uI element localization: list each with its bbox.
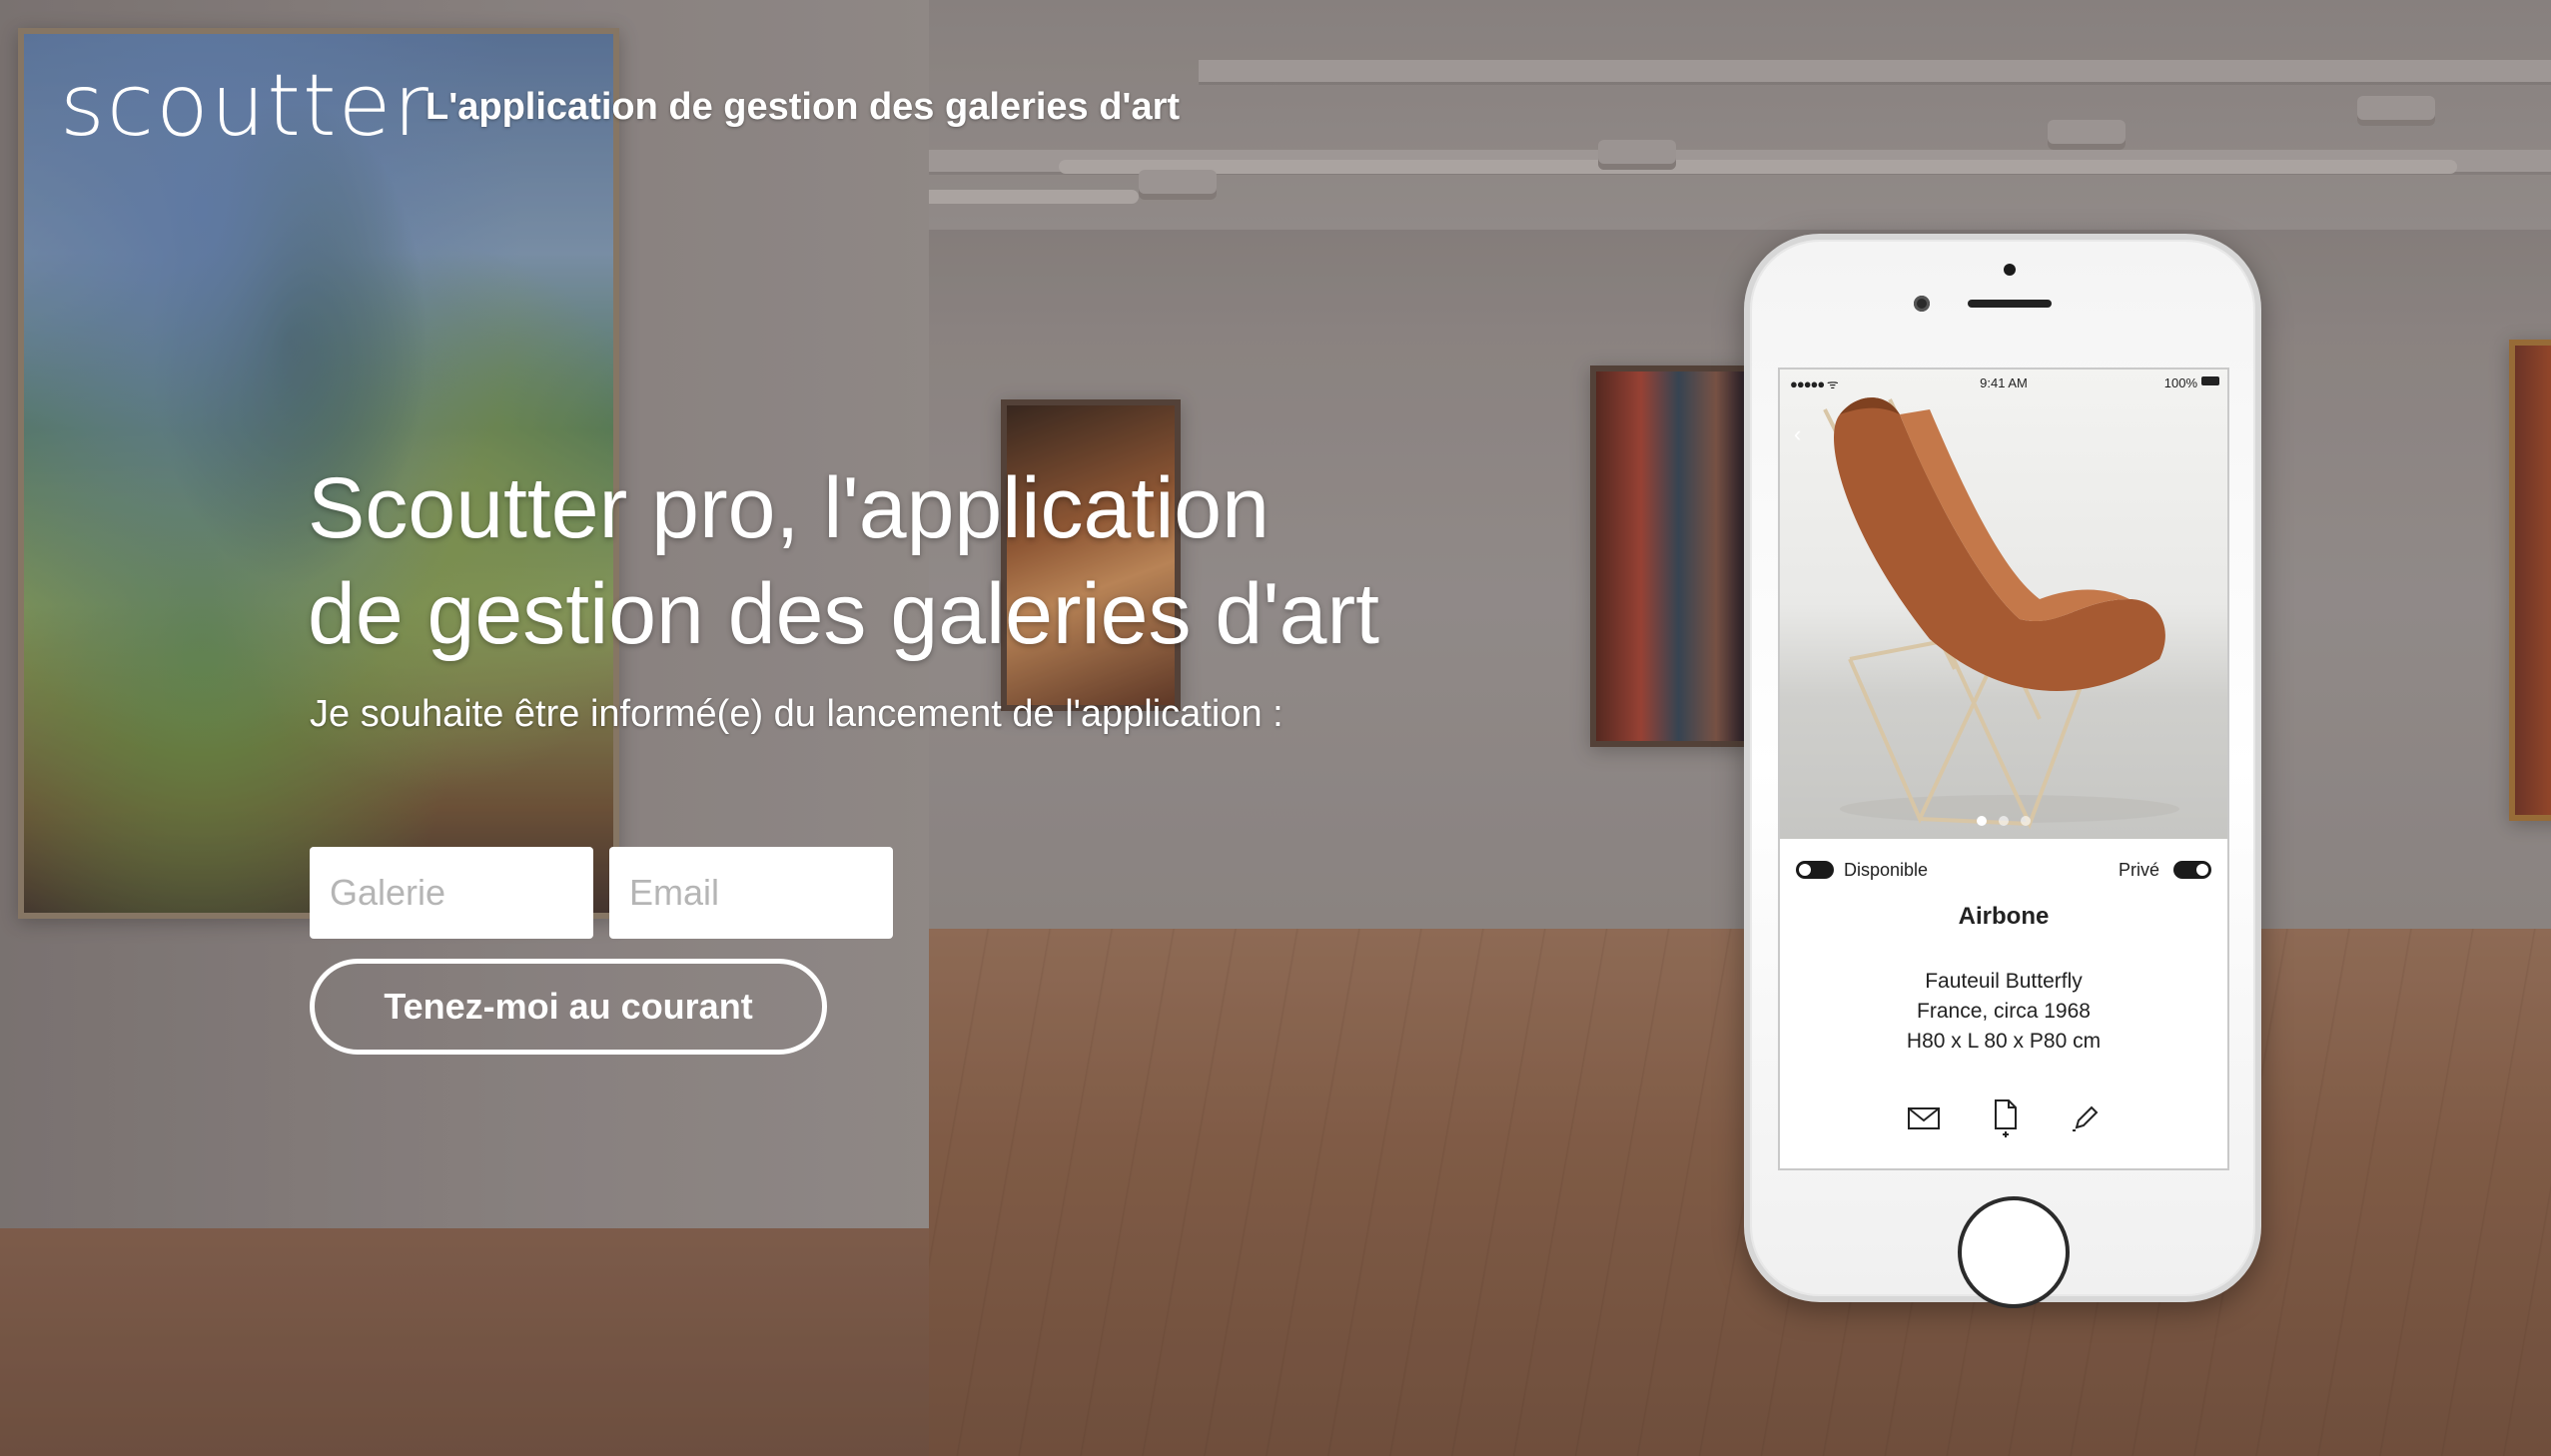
disponible-toggle-group: Disponible <box>1796 859 1928 881</box>
hero-title-line-1: Scoutter pro, l'application <box>308 460 1270 556</box>
butterfly-chair-image <box>1823 397 2179 830</box>
phone-home-button <box>1958 1196 2070 1308</box>
phone-mockup: ●●●●● ᯤ 9:41 AM 100% ‹ Disponible Privé … <box>1744 234 2261 1308</box>
carousel-dot[interactable] <box>2021 816 2031 826</box>
email-input[interactable] <box>609 847 893 939</box>
chevron-left-icon[interactable]: ‹ <box>1794 421 1801 447</box>
carousel-dot[interactable] <box>1999 816 2009 826</box>
document-add-icon[interactable] <box>1993 1098 2019 1143</box>
item-actions <box>1780 1098 2227 1143</box>
prive-toggle[interactable] <box>2173 861 2211 880</box>
carousel-dot[interactable] <box>1977 816 1987 826</box>
pencil-icon[interactable] <box>2071 1103 2101 1138</box>
item-description: Fauteuil Butterfly France, circa 1968 H8… <box>1780 967 2227 1057</box>
prive-label: Privé <box>2118 859 2159 880</box>
visibility-toggles: Disponible Privé <box>1796 859 2211 889</box>
hero-title-line-2: de gestion des galeries d'art <box>308 566 1379 662</box>
product-photo <box>1780 369 2227 839</box>
battery-icon <box>2201 376 2219 385</box>
hero-subtitle: Je souhaite être informé(e) du lancement… <box>310 693 1283 735</box>
subscribe-button[interactable]: Tenez-moi au courant <box>310 959 827 1055</box>
galerie-input[interactable] <box>310 847 593 939</box>
item-name: Airbone <box>1958 903 2050 930</box>
disponible-toggle[interactable] <box>1796 861 1834 880</box>
prive-toggle-group: Privé <box>2119 859 2211 881</box>
phone-screen: ●●●●● ᯤ 9:41 AM 100% ‹ Disponible Privé … <box>1778 367 2229 1170</box>
disponible-label: Disponible <box>1844 859 1929 880</box>
mail-icon[interactable] <box>1907 1105 1941 1136</box>
phone-speaker <box>1968 300 2052 308</box>
scoutter-logo[interactable]: scoutter <box>60 56 430 156</box>
item-desc-line: H80 x L 80 x P80 cm <box>1906 1030 2102 1053</box>
phone-status-bar: ●●●●● ᯤ 9:41 AM 100% <box>1780 369 2227 393</box>
carousel-dots <box>1780 813 2227 831</box>
hero-title: Scoutter pro, l'application de gestion d… <box>308 455 1506 667</box>
phone-camera-icon <box>1914 296 1930 312</box>
status-time: 9:41 AM <box>1980 375 2028 390</box>
item-desc-line: France, circa 1968 <box>1917 1000 2091 1023</box>
status-battery: 100% <box>2163 375 2197 390</box>
phone-sensor <box>2004 264 2016 276</box>
header-tagline: L'application de gestion des galeries d'… <box>425 86 1181 128</box>
item-desc-line: Fauteuil Butterfly <box>1925 970 2083 993</box>
